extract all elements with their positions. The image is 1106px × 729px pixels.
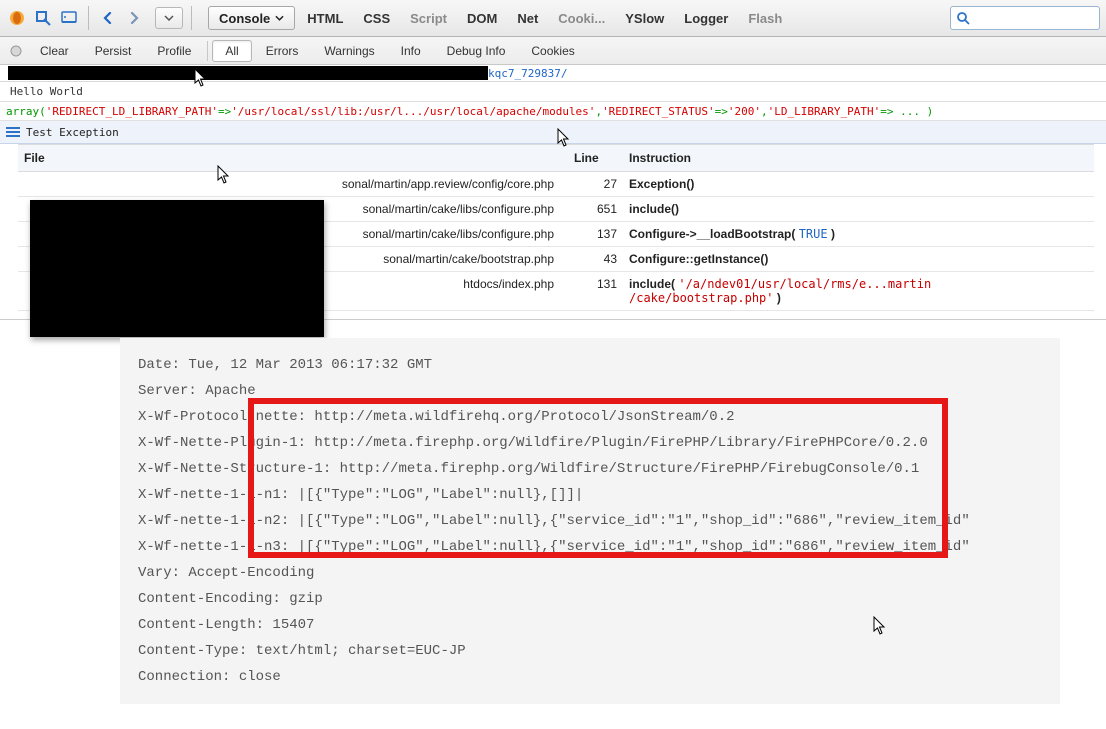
search-icon (956, 11, 970, 25)
panel-tab-logger[interactable]: Logger (676, 11, 736, 26)
log-row-array[interactable]: array( 'REDIRECT_LD_LIBRARY_PATH' => '/u… (0, 102, 1106, 121)
array-key: 'REDIRECT_LD_LIBRARY_PATH' (46, 105, 218, 118)
redacted-url (8, 66, 488, 80)
btn-cookies[interactable]: Cookies (519, 40, 586, 62)
btn-all[interactable]: All (212, 40, 251, 62)
col-file: File (18, 145, 568, 172)
inspect-icon[interactable] (32, 7, 54, 29)
panel-console-label: Console (219, 11, 270, 26)
highlight-box (248, 398, 254, 558)
cell-instr: include() (623, 197, 1094, 222)
redacted-block (30, 200, 324, 337)
btn-clear[interactable]: Clear (28, 40, 81, 62)
array-arrow: => ... ) (880, 105, 933, 118)
nav-forward-button[interactable] (123, 7, 145, 29)
exception-label: Test Exception (26, 126, 119, 139)
divider (207, 41, 208, 61)
header-line: Date: Tue, 12 Mar 2013 06:17:32 GMT (138, 352, 1042, 378)
highlight-box (248, 552, 948, 558)
highlight-box (248, 398, 948, 404)
array-arrow: => (218, 105, 231, 118)
header-line: Content-Encoding: gzip (138, 586, 1042, 612)
header-line: Content-Length: 15407 (138, 612, 1042, 638)
array-prefix: array( (6, 105, 46, 118)
url-tail: kqc7_729837/ (488, 67, 567, 80)
cell-file: sonal/martin/app.review/config/core.php (18, 172, 568, 197)
btn-warnings[interactable]: Warnings (312, 40, 386, 62)
cell-line: 131 (568, 272, 623, 311)
cell-instr: Configure->__loadBootstrap( TRUE ) (623, 222, 1094, 247)
header-line: Content-Type: text/html; charset=EUC-JP (138, 638, 1042, 664)
panel-console-button[interactable]: Console (208, 6, 295, 30)
exception-row[interactable]: Test Exception (0, 121, 1106, 144)
command-icon[interactable] (58, 7, 80, 29)
btn-profile[interactable]: Profile (145, 40, 203, 62)
panel-tab-script[interactable]: Script (402, 11, 455, 26)
header-line: X-Wf-Nette-Plugin-1: http://meta.firephp… (138, 430, 1042, 456)
panel-tab-flash[interactable]: Flash (740, 11, 790, 26)
array-key: 'REDIRECT_STATUS' (602, 105, 715, 118)
header-line: Vary: Accept-Encoding (138, 560, 1042, 586)
table-row[interactable]: sonal/martin/app.review/config/core.php2… (18, 172, 1094, 197)
array-arrow: => (715, 105, 728, 118)
console-toolbar: Clear Persist Profile All Errors Warning… (0, 37, 1106, 65)
response-headers-panel: Date: Tue, 12 Mar 2013 06:17:32 GMTServe… (120, 338, 1060, 704)
log-row-hello[interactable]: Hello World (0, 82, 1106, 102)
panel-tab-css[interactable]: CSS (355, 11, 398, 26)
header-line: X-Wf-Nette-Structure-1: http://meta.fire… (138, 456, 1042, 482)
main-toolbar: Console HTML CSS Script DOM Net Cooki...… (0, 0, 1106, 37)
chevron-down-icon (275, 15, 284, 21)
stack-icon (6, 127, 20, 137)
log-text: Hello World (10, 85, 83, 98)
array-key: 'LD_LIBRARY_PATH' (768, 105, 881, 118)
header-line: X-Wf-nette-1-1-n2: |[{"Type":"LOG","Labe… (138, 508, 1042, 534)
nav-back-button[interactable] (97, 7, 119, 29)
header-line: X-Wf-Protocol-nette: http://meta.wildfir… (138, 404, 1042, 430)
btn-errors[interactable]: Errors (254, 40, 311, 62)
cell-instr: include( '/a/ndev01/usr/local/rms/e...ma… (623, 272, 1094, 311)
cell-line: 27 (568, 172, 623, 197)
break-icon[interactable] (6, 45, 26, 57)
divider (191, 6, 192, 30)
divider (88, 6, 89, 30)
cell-line: 43 (568, 247, 623, 272)
highlight-box (942, 398, 948, 558)
panel-tab-html[interactable]: HTML (299, 11, 351, 26)
btn-persist[interactable]: Persist (83, 40, 144, 62)
panel-tab-dom[interactable]: DOM (459, 11, 505, 26)
col-line: Line (568, 145, 623, 172)
array-val: '/usr/local/ssl/lib:/usr/l.../usr/local/… (231, 105, 595, 118)
cell-instr: Exception() (623, 172, 1094, 197)
array-val: '200' (728, 105, 761, 118)
col-instr: Instruction (623, 145, 1094, 172)
request-url-row[interactable]: kqc7_729837/ (0, 65, 1106, 82)
btn-info[interactable]: Info (389, 40, 433, 62)
cell-line: 137 (568, 222, 623, 247)
header-line: X-Wf-nette-1-1-n1: |[{"Type":"LOG","Labe… (138, 482, 1042, 508)
history-dropdown[interactable] (155, 7, 183, 29)
cell-line: 651 (568, 197, 623, 222)
cell-instr: Configure::getInstance() (623, 247, 1094, 272)
search-input[interactable] (950, 6, 1100, 30)
header-line: Connection: close (138, 664, 1042, 690)
array-sep: , (761, 105, 768, 118)
array-sep: , (595, 105, 602, 118)
btn-debuginfo[interactable]: Debug Info (435, 40, 518, 62)
firebug-icon[interactable] (6, 7, 28, 29)
panel-tab-yslow[interactable]: YSlow (617, 11, 672, 26)
panel-tab-net[interactable]: Net (509, 11, 546, 26)
panel-tab-cookies[interactable]: Cooki... (550, 11, 613, 26)
